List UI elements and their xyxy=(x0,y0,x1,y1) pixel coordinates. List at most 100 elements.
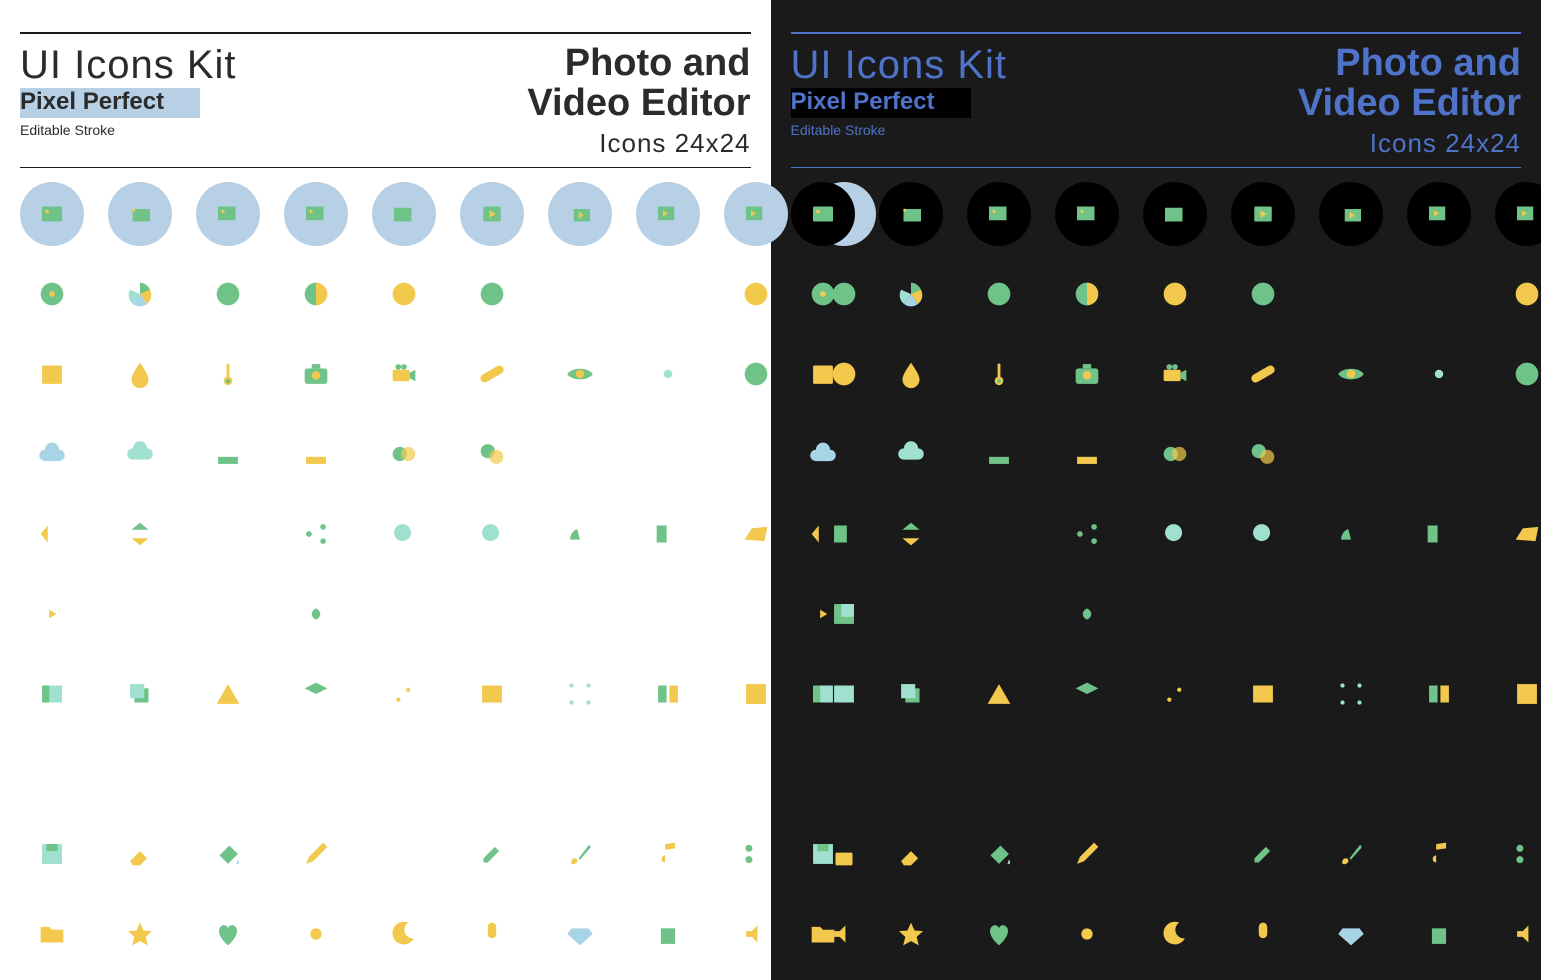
perspective-icon[interactable] xyxy=(724,502,788,566)
aperture-icon[interactable] xyxy=(196,262,260,326)
texture-icon[interactable] xyxy=(636,582,700,646)
check-all-icon[interactable] xyxy=(1495,742,1541,806)
crop-icon[interactable] xyxy=(724,582,788,646)
arrow-end-icon[interactable] xyxy=(284,742,348,806)
stack-icon[interactable] xyxy=(1055,662,1119,726)
download-icon[interactable] xyxy=(196,422,260,486)
arrow-left-icon[interactable] xyxy=(791,742,855,806)
images-icon[interactable] xyxy=(108,182,172,246)
redo-icon[interactable] xyxy=(460,742,524,806)
focus-play-icon[interactable] xyxy=(20,582,84,646)
image-icon[interactable] xyxy=(791,182,855,246)
brush-icon[interactable] xyxy=(1319,822,1383,886)
arrow-end-icon[interactable] xyxy=(1055,742,1119,806)
drop-icon[interactable] xyxy=(108,342,172,406)
images-icon[interactable] xyxy=(879,182,943,246)
more-icon[interactable] xyxy=(724,422,788,486)
grid-icon[interactable] xyxy=(724,662,788,726)
bandage-icon[interactable] xyxy=(460,342,524,406)
flip-h-icon[interactable] xyxy=(791,502,855,566)
gear-icon[interactable] xyxy=(636,342,700,406)
rotate-ccw-icon[interactable] xyxy=(548,262,612,326)
speed-icon[interactable] xyxy=(548,502,612,566)
upload-icon[interactable] xyxy=(1055,422,1119,486)
check-icon[interactable] xyxy=(636,742,700,806)
cloud-up-icon[interactable] xyxy=(108,422,172,486)
grid-icon[interactable] xyxy=(1495,662,1541,726)
layers-icon[interactable] xyxy=(879,662,943,726)
pencil-icon[interactable] xyxy=(284,822,348,886)
sun-icon[interactable] xyxy=(1055,902,1119,966)
video-remove-icon[interactable] xyxy=(1495,182,1541,246)
zoom-in-icon[interactable] xyxy=(1143,502,1207,566)
camera-icon[interactable] xyxy=(284,342,348,406)
check-all-icon[interactable] xyxy=(724,742,788,806)
rotate-cw-icon[interactable] xyxy=(1407,262,1471,326)
rotate-cw-icon[interactable] xyxy=(636,262,700,326)
pencil-icon[interactable] xyxy=(1055,822,1119,886)
video-add-icon[interactable] xyxy=(1407,182,1471,246)
thermometer-icon[interactable] xyxy=(196,342,260,406)
crop-icon[interactable] xyxy=(1495,582,1541,646)
panel-icon[interactable] xyxy=(20,662,84,726)
undo-icon[interactable] xyxy=(372,742,436,806)
brush-icon[interactable] xyxy=(548,822,612,886)
video-add-icon[interactable] xyxy=(636,182,700,246)
focus-person-icon[interactable] xyxy=(879,582,943,646)
trash-icon[interactable] xyxy=(1407,902,1471,966)
clock-icon[interactable] xyxy=(1231,262,1295,326)
wand-icon[interactable] xyxy=(372,822,436,886)
image-icon[interactable] xyxy=(20,182,84,246)
star-icon[interactable] xyxy=(879,902,943,966)
triangle-icon[interactable] xyxy=(967,662,1031,726)
flip-h-icon[interactable] xyxy=(20,502,84,566)
image-sparkle-icon[interactable] xyxy=(1143,182,1207,246)
focus-person-icon[interactable] xyxy=(108,582,172,646)
image-sparkle-icon[interactable] xyxy=(372,182,436,246)
trash-icon[interactable] xyxy=(636,902,700,966)
focus-macro-icon[interactable] xyxy=(284,582,348,646)
mic-icon[interactable] xyxy=(1231,902,1295,966)
image-remove-icon[interactable] xyxy=(284,182,348,246)
bucket-icon[interactable] xyxy=(196,822,260,886)
scissors-icon[interactable] xyxy=(1495,822,1541,886)
flip-v-icon[interactable] xyxy=(879,502,943,566)
camcorder-icon[interactable] xyxy=(372,342,436,406)
text-box-icon[interactable] xyxy=(1231,662,1295,726)
arrow-start-icon[interactable] xyxy=(967,742,1031,806)
diamond-icon[interactable] xyxy=(1319,902,1383,966)
wand-icon[interactable] xyxy=(1143,822,1207,886)
record-icon[interactable] xyxy=(791,262,855,326)
dropper-icon[interactable] xyxy=(1231,822,1295,886)
venn-icon[interactable] xyxy=(372,422,436,486)
zoom-in-icon[interactable] xyxy=(372,502,436,566)
share-icon[interactable] xyxy=(284,502,348,566)
film-reel-icon[interactable] xyxy=(724,342,788,406)
help-icon[interactable] xyxy=(724,262,788,326)
layers-icon[interactable] xyxy=(108,662,172,726)
save-icon[interactable] xyxy=(20,822,84,886)
zoom-out-icon[interactable] xyxy=(460,502,524,566)
compare-icon[interactable] xyxy=(636,502,700,566)
image-add-icon[interactable] xyxy=(196,182,260,246)
heart-icon[interactable] xyxy=(967,902,1031,966)
videos-icon[interactable] xyxy=(1319,182,1383,246)
videos-icon[interactable] xyxy=(548,182,612,246)
collapse-icon[interactable] xyxy=(1319,582,1383,646)
sliders-h-icon[interactable] xyxy=(1407,422,1471,486)
cloud-up-icon[interactable] xyxy=(879,422,943,486)
audio-wave-icon[interactable] xyxy=(196,502,260,566)
arrow-right-icon[interactable] xyxy=(879,742,943,806)
speed-icon[interactable] xyxy=(1319,502,1383,566)
overlap-icon[interactable] xyxy=(460,422,524,486)
bandage-icon[interactable] xyxy=(1231,342,1295,406)
share-icon[interactable] xyxy=(1055,502,1119,566)
clock-icon[interactable] xyxy=(460,262,524,326)
arrow-left-icon[interactable] xyxy=(20,742,84,806)
zoom-out-icon[interactable] xyxy=(1231,502,1295,566)
diamond-icon[interactable] xyxy=(548,902,612,966)
eye-icon[interactable] xyxy=(1319,342,1383,406)
rotate-ccw-icon[interactable] xyxy=(1319,262,1383,326)
film-reel-icon[interactable] xyxy=(1495,342,1541,406)
cloud-icon[interactable] xyxy=(791,422,855,486)
